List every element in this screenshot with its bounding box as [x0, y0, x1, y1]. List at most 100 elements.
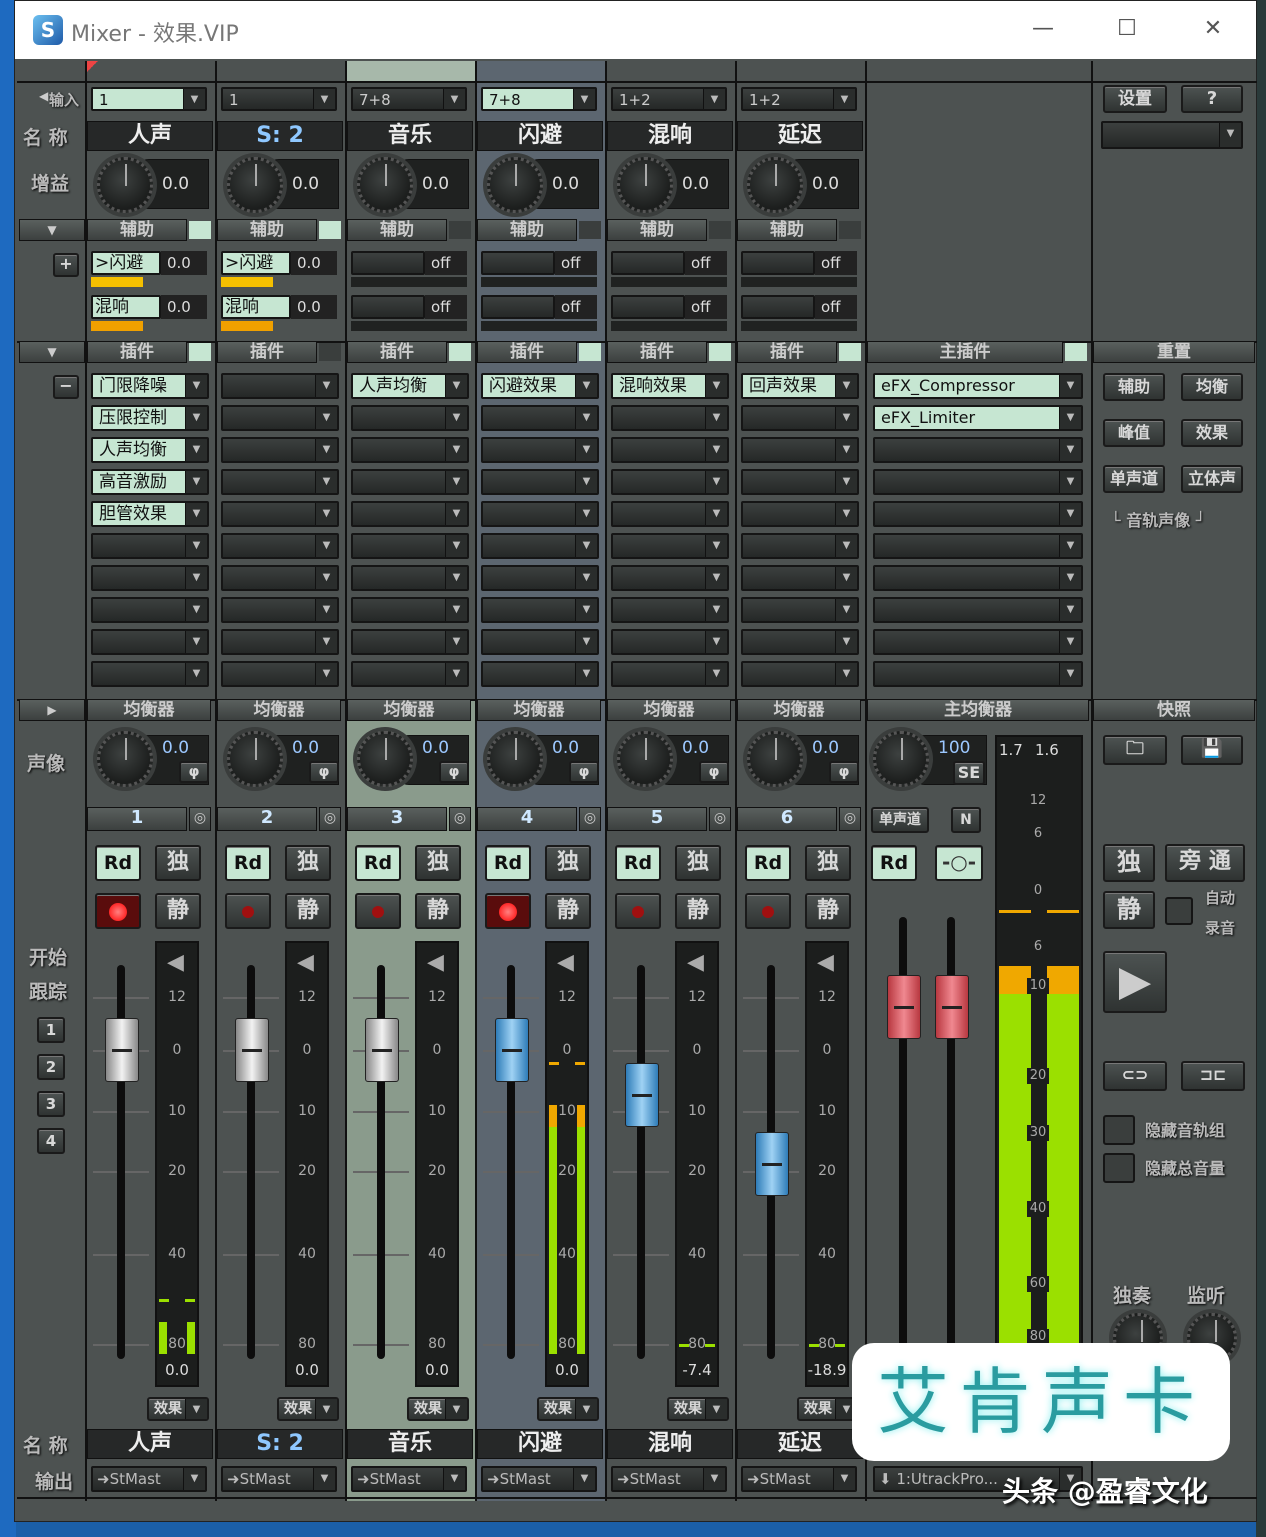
dropdown-arrow-icon[interactable]: ▼	[185, 567, 207, 589]
channel-6-plugin-slot-1[interactable]: 回声效果 ▼	[741, 373, 859, 399]
channel-5-plugin-slot-3[interactable]: ▼	[611, 437, 729, 463]
dropdown-arrow-icon[interactable]: ▼	[315, 471, 337, 493]
channel-3-plugin-slot-3[interactable]: ▼	[351, 437, 469, 463]
channel-3-read-button[interactable]: Rd	[355, 845, 401, 881]
speaker-icon[interactable]: ◀	[297, 951, 317, 975]
dropdown-arrow-icon[interactable]: ▼	[1059, 631, 1081, 653]
dropdown-arrow-icon[interactable]: ▼	[575, 1399, 597, 1419]
channel-2-eq-header[interactable]: 均衡器	[217, 699, 341, 721]
eq-expand-icon[interactable]: ▶	[19, 699, 85, 721]
channel-6-plugin-slot-4[interactable]: ▼	[741, 469, 859, 495]
channel-6-eq-header[interactable]: 均衡器	[737, 699, 861, 721]
channel-5-pan-knob[interactable]	[617, 731, 673, 787]
channel-2-read-button[interactable]: Rd	[225, 845, 271, 881]
master-link-button[interactable]: -○-	[935, 845, 983, 881]
channel-3-plugin-slot-10[interactable]: ▼	[351, 661, 469, 687]
channel-6-aux-send-2[interactable]	[741, 295, 815, 319]
channel-1-effects-button[interactable]: 效果 ▼	[147, 1397, 209, 1421]
dropdown-arrow-icon[interactable]: ▼	[705, 535, 727, 557]
dropdown-arrow-icon[interactable]: ▼	[705, 439, 727, 461]
channel-3-output-select[interactable]: ➜StMast ▼	[351, 1466, 467, 1492]
dropdown-arrow-icon[interactable]: ▼	[1059, 439, 1081, 461]
channel-3-aux-send-2[interactable]	[351, 295, 425, 319]
channel-3-aux-send-value[interactable]: off	[425, 295, 467, 319]
channel-3-aux-send-1[interactable]	[351, 251, 425, 275]
channel-4-mute-button[interactable]: 静	[545, 893, 591, 929]
dropdown-arrow-icon[interactable]: ▼	[315, 535, 337, 557]
reset-button-4[interactable]: 效果	[1181, 419, 1243, 447]
speaker-icon[interactable]: ◀	[427, 951, 447, 975]
channel-5-plugin-slot-1[interactable]: 混响效果 ▼	[611, 373, 729, 399]
dropdown-arrow-icon[interactable]: ▼	[1219, 123, 1241, 147]
channel-6-plugin-slot-9[interactable]: ▼	[741, 629, 859, 655]
channel-5-read-button[interactable]: Rd	[615, 845, 661, 881]
dropdown-arrow-icon[interactable]: ▼	[833, 1468, 855, 1490]
channel-2-aux-send-2[interactable]: 混响	[221, 295, 291, 319]
dropdown-arrow-icon[interactable]: ▼	[705, 375, 727, 397]
channel-2-gain-knob[interactable]	[227, 157, 283, 213]
channel-1-plugin-slot-10[interactable]: ▼	[91, 661, 209, 687]
dropdown-arrow-icon[interactable]: ▼	[315, 375, 337, 397]
channel-2-plugin-slot-10[interactable]: ▼	[221, 661, 339, 687]
channel-6-plugin-slot-3[interactable]: ▼	[741, 437, 859, 463]
dropdown-arrow-icon[interactable]: ▼	[705, 471, 727, 493]
channel-2-aux-send-1[interactable]: >闪避	[221, 251, 291, 275]
channel-3-plugin-slot-4[interactable]: ▼	[351, 469, 469, 495]
track-button-3[interactable]: 3	[37, 1091, 65, 1117]
master-solo-button[interactable]: 独	[1103, 844, 1155, 882]
channel-1-plugin-slot-9[interactable]: ▼	[91, 629, 209, 655]
master-fader-handle-right[interactable]	[935, 975, 969, 1039]
dropdown-arrow-icon[interactable]: ▼	[185, 503, 207, 525]
dropdown-arrow-icon[interactable]: ▼	[315, 663, 337, 685]
channel-5-mute-button[interactable]: 静	[675, 893, 721, 929]
channel-1-gain-knob[interactable]	[97, 157, 153, 213]
channel-4-plugins-toggle[interactable]	[579, 343, 601, 361]
channel-2-aux-send-value[interactable]: 0.0	[291, 295, 337, 319]
dropdown-arrow-icon[interactable]: ▼	[835, 663, 857, 685]
channel-1-solo-button[interactable]: 独	[155, 845, 201, 881]
channel-2-plugin-slot-8[interactable]: ▼	[221, 597, 339, 623]
channel-6-output-select[interactable]: ➜StMast ▼	[741, 1466, 857, 1492]
channel-5-phase-invert-button[interactable]: φ	[699, 761, 729, 783]
speaker-icon[interactable]: ◀	[687, 951, 707, 975]
track-button-2[interactable]: 2	[37, 1054, 65, 1080]
channel-1-aux-send-value[interactable]: 0.0	[161, 295, 207, 319]
channel-1-plugin-slot-6[interactable]: ▼	[91, 533, 209, 559]
dropdown-arrow-icon[interactable]: ▼	[705, 1399, 727, 1419]
reset-button-2[interactable]: 均衡	[1181, 373, 1243, 401]
channel-6-input-monitor-icon[interactable]: ◎	[839, 807, 861, 831]
channel-5-aux-send-1[interactable]	[611, 251, 685, 275]
reset-button-6[interactable]: 立体声	[1181, 465, 1243, 493]
dropdown-arrow-icon[interactable]: ▼	[315, 503, 337, 525]
channel-1-phase-invert-button[interactable]: φ	[179, 761, 209, 783]
dropdown-arrow-icon[interactable]: ▼	[1059, 567, 1081, 589]
channel-2-input-select[interactable]: 1 ▼	[221, 87, 337, 111]
master-plugin-slot-10[interactable]: ▼	[873, 661, 1083, 687]
channel-2-plugin-slot-5[interactable]: ▼	[221, 501, 339, 527]
master-plugin-slot-3[interactable]: ▼	[873, 437, 1083, 463]
channel-6-fader-handle[interactable]	[755, 1132, 789, 1197]
dropdown-arrow-icon[interactable]: ▼	[445, 567, 467, 589]
bypass-button[interactable]: 旁 通	[1165, 844, 1245, 882]
channel-4-aux-send-1[interactable]	[481, 251, 555, 275]
channel-4-read-button[interactable]: Rd	[485, 845, 531, 881]
dropdown-arrow-icon[interactable]: ▼	[183, 1468, 205, 1490]
hide-groups-checkbox[interactable]	[1103, 1115, 1135, 1145]
channel-6-plugin-slot-8[interactable]: ▼	[741, 597, 859, 623]
dropdown-arrow-icon[interactable]: ▼	[185, 663, 207, 685]
channel-1-plugin-slot-4[interactable]: 高音激励 ▼	[91, 469, 209, 495]
remove-plugin-button[interactable]: −	[53, 375, 79, 399]
channel-3-phase-invert-button[interactable]: φ	[439, 761, 469, 783]
link-button[interactable]: ⊂⊃	[1103, 1061, 1167, 1091]
dropdown-arrow-icon[interactable]: ▼	[1059, 503, 1081, 525]
speaker-icon[interactable]: ◀	[817, 951, 837, 975]
channel-5-aux-send-2[interactable]	[611, 295, 685, 319]
dropdown-arrow-icon[interactable]: ▼	[705, 567, 727, 589]
master-plugin-slot-1[interactable]: eFX_Compressor ▼	[873, 373, 1083, 399]
channel-1-plugins-toggle[interactable]	[189, 343, 211, 361]
channel-5-plugin-slot-5[interactable]: ▼	[611, 501, 729, 527]
channel-1-plugin-slot-3[interactable]: 人声均衡 ▼	[91, 437, 209, 463]
channel-2-aux-toggle[interactable]	[319, 221, 341, 239]
dropdown-arrow-icon[interactable]: ▼	[445, 503, 467, 525]
dropdown-arrow-icon[interactable]: ▼	[185, 535, 207, 557]
